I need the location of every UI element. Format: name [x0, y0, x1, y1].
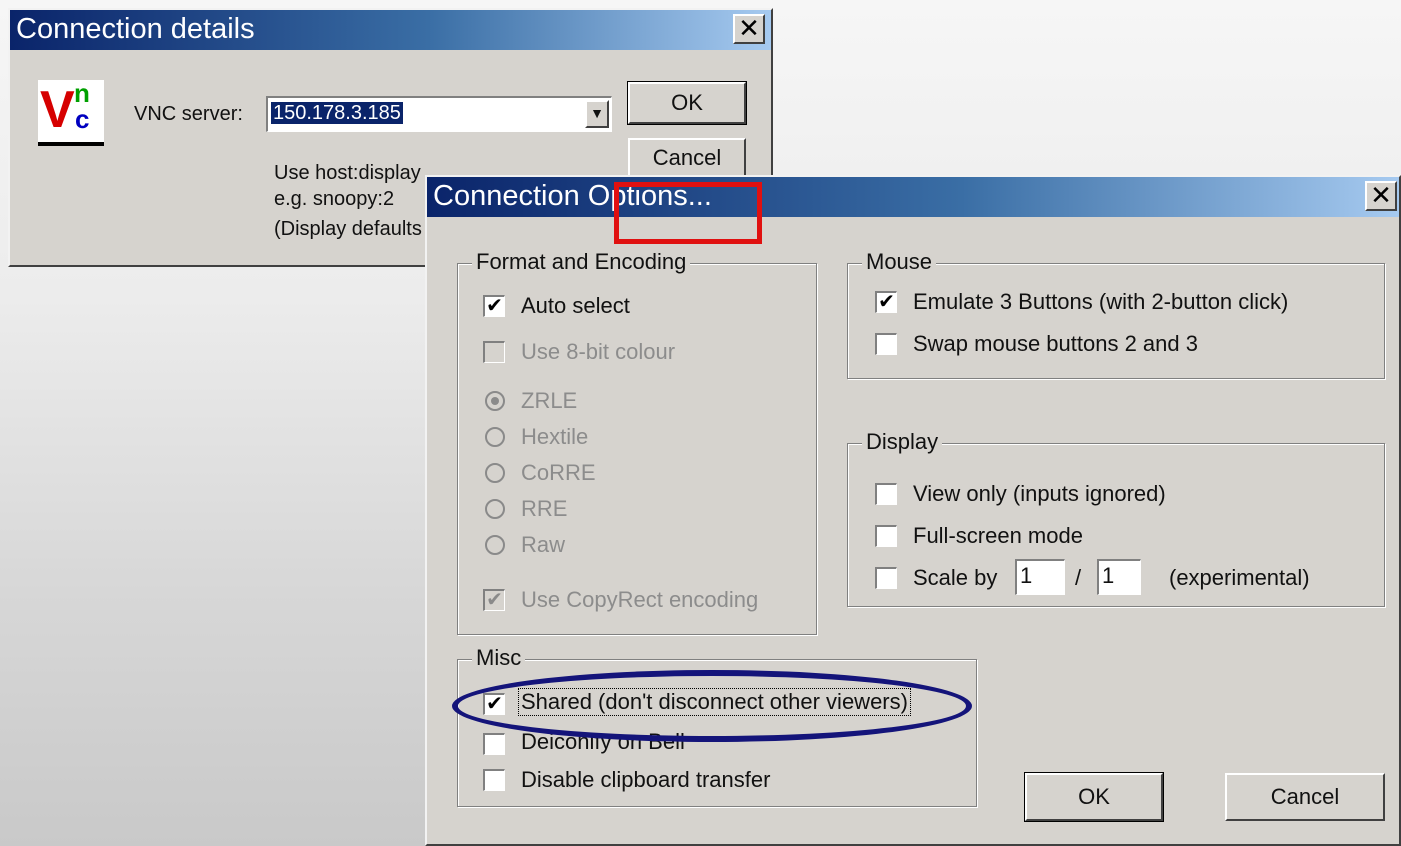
full-screen-checkbox[interactable] [875, 525, 897, 547]
swap-mouse-buttons-label[interactable]: Swap mouse buttons 2 and 3 [913, 331, 1198, 357]
scale-denominator-input[interactable]: 1 [1097, 559, 1141, 595]
vnc-logo-n: n [74, 78, 90, 108]
hint-line-2: e.g. snoopy:2 [274, 188, 395, 210]
copyrect-checkbox[interactable]: ✔ [483, 589, 505, 611]
options-cancel-button[interactable]: Cancel [1225, 773, 1385, 821]
encoding-label-zrle[interactable]: ZRLE [521, 388, 577, 414]
view-only-checkbox[interactable] [875, 483, 897, 505]
scale-slash: / [1075, 565, 1082, 590]
scale-numerator-input[interactable]: 1 [1015, 559, 1065, 595]
full-screen-label[interactable]: Full-screen mode [913, 523, 1083, 549]
hint-line-1: Use host:display [274, 162, 421, 184]
connection-details-titlebar[interactable]: Connection details ✕ [10, 10, 771, 50]
scale-by-label[interactable]: Scale by [913, 565, 997, 591]
emulate-3-buttons-checkbox[interactable]: ✔ [875, 291, 897, 313]
deiconify-checkbox[interactable] [483, 733, 505, 755]
encoding-radio-hextile[interactable] [485, 427, 505, 447]
display-group-title: Display [862, 429, 943, 455]
encoding-label-hextile[interactable]: Hextile [521, 424, 588, 450]
connection-details-title: Connection details [16, 13, 255, 45]
copyrect-label[interactable]: Use CopyRect encoding [521, 587, 758, 613]
misc-group-title: Misc [472, 645, 526, 671]
format-encoding-group: Format and Encoding [457, 249, 817, 635]
close-icon[interactable]: ✕ [1365, 181, 1397, 211]
close-icon[interactable]: ✕ [733, 14, 765, 44]
dropdown-arrow-icon[interactable]: ▼ [585, 100, 609, 128]
connection-options-titlebar[interactable]: Connection Options... ✕ [427, 177, 1399, 217]
emulate-3-buttons-label[interactable]: Emulate 3 Buttons (with 2-button click) [913, 289, 1288, 315]
highlight-rectangle [614, 182, 762, 244]
experimental-label: (experimental) [1169, 565, 1310, 590]
swap-mouse-buttons-checkbox[interactable] [875, 333, 897, 355]
vnc-server-value[interactable]: 150.178.3.185 [271, 102, 403, 124]
mouse-group: Mouse [847, 249, 1385, 379]
encoding-label-raw[interactable]: Raw [521, 532, 565, 558]
vnc-logo: V n c [38, 80, 104, 146]
connection-options-window: Connection Options... ✕ Format and Encod… [425, 175, 1401, 846]
highlight-ellipse [452, 670, 972, 742]
connection-details-ok-button[interactable]: OK [627, 81, 747, 125]
disable-clipboard-checkbox[interactable] [483, 769, 505, 791]
vnc-logo-v: V [40, 81, 75, 139]
options-ok-button[interactable]: OK [1024, 772, 1164, 822]
vnc-server-combobox[interactable]: 150.178.3.185 ▼ [266, 96, 612, 132]
vnc-server-label: VNC server: [134, 103, 243, 125]
encoding-label-rre[interactable]: RRE [521, 496, 567, 522]
use-8bit-label[interactable]: Use 8-bit colour [521, 339, 675, 365]
hint-line-3: (Display defaults [274, 218, 422, 240]
scale-by-checkbox[interactable] [875, 567, 897, 589]
disable-clipboard-label[interactable]: Disable clipboard transfer [521, 767, 770, 793]
vnc-logo-c: c [75, 104, 90, 134]
mouse-group-title: Mouse [862, 249, 937, 275]
connection-details-cancel-button[interactable]: Cancel [628, 138, 746, 178]
auto-select-label[interactable]: Auto select [521, 293, 630, 319]
encoding-radio-rre[interactable] [485, 499, 505, 519]
encoding-radio-raw[interactable] [485, 535, 505, 555]
view-only-label[interactable]: View only (inputs ignored) [913, 481, 1166, 507]
encoding-label-corre[interactable]: CoRRE [521, 460, 596, 486]
encoding-radio-zrle[interactable] [485, 391, 505, 411]
auto-select-checkbox[interactable]: ✔ [483, 295, 505, 317]
format-encoding-group-title: Format and Encoding [472, 249, 691, 275]
use-8bit-checkbox[interactable] [483, 341, 505, 363]
encoding-radio-corre[interactable] [485, 463, 505, 483]
